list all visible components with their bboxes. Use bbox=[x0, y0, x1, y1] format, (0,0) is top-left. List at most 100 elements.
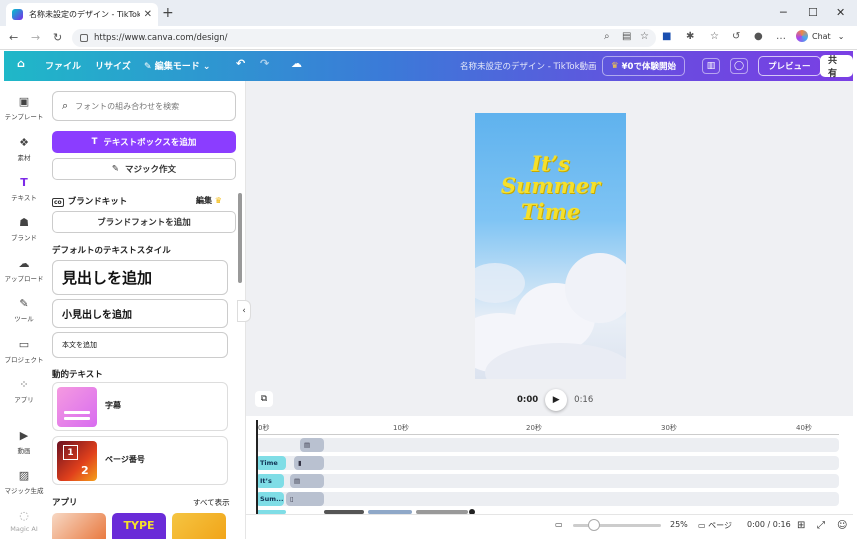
page-view-button[interactable]: ▭ ページ bbox=[698, 520, 732, 531]
zoom-slider[interactable] bbox=[573, 524, 661, 527]
maximize-icon[interactable]: ☐ bbox=[808, 6, 818, 19]
browser-tab[interactable]: 名称未設定のデザイン - TikTok動画 ✕ bbox=[6, 3, 158, 26]
video-icon: ▶ bbox=[19, 429, 29, 442]
timeline-clip[interactable]: ▮ bbox=[294, 456, 324, 470]
reload-icon[interactable]: ↻ bbox=[53, 31, 62, 44]
edit-mode-button[interactable]: ✎ 編集モード ⌄ bbox=[144, 59, 210, 72]
notes-icon[interactable]: ⧉ bbox=[255, 391, 273, 407]
chevron-down-icon: ⌄ bbox=[837, 31, 845, 41]
design-text-line[interactable]: Time bbox=[475, 199, 626, 225]
reader-icon[interactable]: ▤ bbox=[622, 31, 631, 42]
rail-item-video[interactable]: ▶ 動画 bbox=[4, 429, 44, 455]
preview-button[interactable]: プレビュー bbox=[758, 56, 821, 76]
document-title[interactable]: 名称未設定のデザイン - TikTok動画 bbox=[460, 60, 597, 72]
resize-button[interactable]: リサイズ bbox=[95, 59, 131, 72]
rail-item-template[interactable]: ▣ テンプレート bbox=[4, 95, 44, 121]
captions-label: 字幕 bbox=[105, 401, 121, 410]
back-icon[interactable]: ← bbox=[9, 31, 18, 44]
copilot-chat-button[interactable]: Chat ⌄ bbox=[796, 30, 844, 42]
add-body-text-button[interactable]: 本文を追加 bbox=[52, 332, 228, 358]
timeline-tick: 20秒 bbox=[526, 424, 542, 432]
panel-scrollbar[interactable] bbox=[238, 193, 242, 283]
timeline-track[interactable]: Sum... ▯ bbox=[256, 492, 839, 506]
canva-favicon-icon bbox=[12, 9, 23, 20]
minimize-icon[interactable]: ─ bbox=[780, 6, 787, 19]
rail-item-brand[interactable]: ☗ ブランド bbox=[4, 216, 44, 242]
play-button[interactable]: ▶ bbox=[545, 389, 568, 411]
timeline-text-clip[interactable]: Time bbox=[256, 456, 286, 470]
show-all-link[interactable]: すべて表示 bbox=[193, 497, 230, 508]
extension-icon[interactable]: ■ bbox=[662, 31, 671, 42]
favorites-icon[interactable]: ☆ bbox=[710, 31, 719, 42]
add-brand-font-button[interactable]: ブランドフォントを追加 bbox=[52, 211, 236, 233]
timeline-track[interactable]: ▤ bbox=[256, 438, 839, 452]
captions-card[interactable]: 字幕 bbox=[52, 382, 228, 431]
app-tile[interactable]: TYPE bbox=[112, 513, 166, 539]
fullscreen-icon[interactable]: ⤢ bbox=[817, 520, 825, 531]
url-field[interactable]: https://www.canva.com/design/ bbox=[72, 29, 656, 47]
collapse-panel-button[interactable]: ‹ bbox=[237, 300, 251, 322]
rail-item-projects[interactable]: ▭ プロジェクト bbox=[4, 338, 44, 364]
magic-write-label: マジック作文 bbox=[125, 165, 177, 175]
favorite-star-icon[interactable]: ☆ bbox=[640, 31, 649, 42]
history-icon[interactable]: ↺ bbox=[732, 31, 740, 42]
app-tile[interactable] bbox=[172, 513, 226, 539]
forward-icon[interactable]: → bbox=[31, 31, 40, 44]
insights-chart-icon[interactable]: ▥ bbox=[702, 58, 720, 74]
extensions-puzzle-icon[interactable]: ✱ bbox=[686, 31, 694, 42]
redo-icon[interactable]: ↷ bbox=[260, 57, 269, 70]
design-page[interactable]: It’s Summer Time bbox=[475, 113, 626, 379]
app-tile[interactable] bbox=[52, 513, 106, 539]
comment-icon[interactable]: ◯ bbox=[730, 58, 748, 74]
close-tab-icon[interactable]: ✕ bbox=[144, 9, 152, 20]
playhead[interactable] bbox=[256, 420, 258, 514]
rail-item-upload[interactable]: ☁ アップロード bbox=[4, 257, 44, 283]
rail-item-magic-media[interactable]: ▨ マジック生成 bbox=[4, 469, 44, 495]
add-textbox-button[interactable]: T テキストボックスを追加 bbox=[52, 131, 236, 153]
timeline-tick: 30秒 bbox=[661, 424, 677, 432]
timeline-clip[interactable]: ▤ bbox=[300, 438, 324, 452]
brand-kit-label: ブランドキット bbox=[67, 197, 128, 207]
timeline-text-clip[interactable]: It’s bbox=[256, 474, 284, 488]
assistant-icon[interactable]: ☺ bbox=[837, 520, 847, 531]
new-tab-icon[interactable]: + bbox=[162, 5, 174, 21]
font-search-input[interactable]: ⌕ フォントの組み合わせを検索 bbox=[52, 91, 236, 121]
rail-item-apps[interactable]: ⁘ アプリ bbox=[4, 378, 44, 404]
design-text-line[interactable]: Summer bbox=[475, 173, 626, 199]
brand-edit-link[interactable]: 編集 ♛ bbox=[196, 195, 222, 206]
share-button[interactable]: 共有 bbox=[820, 55, 853, 79]
add-heading-button[interactable]: 見出しを追加 bbox=[52, 260, 228, 295]
close-window-icon[interactable]: ✕ bbox=[836, 6, 845, 19]
more-menu-icon[interactable]: … bbox=[776, 31, 786, 42]
page-number-card[interactable]: 1 2 ページ番号 bbox=[52, 436, 228, 485]
zoom-page-icon[interactable]: ⌕ bbox=[604, 31, 610, 42]
brand-edit-label: 編集 bbox=[196, 196, 212, 205]
rail-label: ツール bbox=[14, 315, 34, 323]
rail-item-tools[interactable]: ✎ ツール bbox=[4, 297, 44, 323]
rail-item-text[interactable]: T テキスト bbox=[4, 176, 44, 202]
zoom-percent[interactable]: 25% bbox=[670, 520, 688, 529]
grid-view-icon[interactable]: ⊞ bbox=[797, 520, 805, 531]
rail-item-elements[interactable]: ❖ 素材 bbox=[4, 136, 44, 162]
editor-toolbar: ⌂ ファイル リサイズ ✎ 編集モード ⌄ ↶ ↷ ☁ 名称未設定のデザイン -… bbox=[4, 51, 853, 81]
cloud-saved-icon[interactable]: ☁ bbox=[291, 57, 302, 70]
timeline-clip[interactable]: ▯ bbox=[286, 492, 324, 506]
free-trial-button[interactable]: ♛ ¥0で体験開始 bbox=[602, 56, 685, 76]
magic-write-button[interactable]: ✎ マジック作文 bbox=[52, 158, 236, 180]
notes-toggle-icon[interactable]: ▭ bbox=[555, 520, 563, 529]
timeline-track[interactable]: It’s ▤ bbox=[256, 474, 839, 488]
page-number-label: ページ番号 bbox=[105, 455, 145, 464]
timeline-clip[interactable]: ▤ bbox=[290, 474, 324, 488]
file-menu-button[interactable]: ファイル bbox=[45, 59, 81, 72]
profile-avatar[interactable]: ● bbox=[754, 31, 763, 42]
home-icon[interactable]: ⌂ bbox=[17, 57, 25, 70]
add-subheading-button[interactable]: 小見出しを追加 bbox=[52, 299, 228, 328]
undo-icon[interactable]: ↶ bbox=[236, 57, 245, 70]
folder-icon: ▭ bbox=[18, 338, 30, 351]
zoom-slider-handle[interactable] bbox=[588, 519, 600, 531]
captions-thumbnail bbox=[57, 387, 97, 427]
timeline-track[interactable]: Time ▮ bbox=[256, 456, 839, 470]
rail-item-magic-ai[interactable]: ◌ Magic AI bbox=[4, 509, 44, 533]
site-info-icon[interactable] bbox=[80, 34, 88, 42]
timeline-text-clip[interactable]: Sum... bbox=[256, 492, 284, 506]
